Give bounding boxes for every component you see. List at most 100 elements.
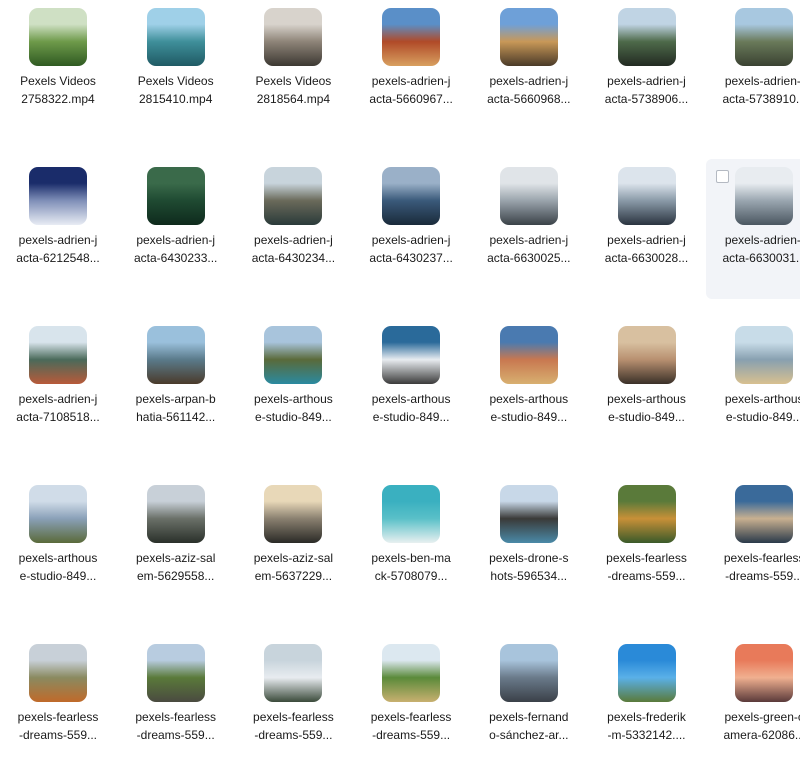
file-name-line-2: o-sánchez-ar... [489,728,569,742]
file-item[interactable]: pexels-adrien-j acta-6430237... [353,159,469,299]
video-thumbnail[interactable] [617,485,676,543]
video-thumbnail[interactable] [735,485,794,543]
file-item[interactable]: pexels-fearless -dreams-559... [235,636,351,776]
file-name: pexels-green-c amera-62086... [700,708,800,744]
video-thumbnail[interactable] [146,8,205,66]
video-thumbnail[interactable] [264,644,323,702]
file-name-line-1: pexels-adrien-j [18,392,98,406]
file-item[interactable]: pexels-fearless -dreams-559... [589,477,705,617]
file-item[interactable]: pexels-green-c amera-62086... [706,636,800,776]
file-item[interactable]: pexels-adrien-j acta-5660968... [471,0,587,140]
file-item[interactable]: pexels-adrien-j acta-6430234... [235,159,351,299]
file-item[interactable]: pexels-arthous e-studio-849... [353,318,469,458]
video-thumbnail[interactable] [29,8,87,66]
video-thumbnail[interactable] [735,167,794,225]
video-thumbnail[interactable] [264,485,323,543]
video-thumbnail[interactable] [382,485,441,543]
video-thumbnail[interactable] [499,8,558,66]
video-thumbnail[interactable] [29,644,87,702]
video-thumbnail[interactable] [499,644,558,702]
video-thumbnail[interactable] [382,8,441,66]
file-item[interactable]: pexels-ben-ma ck-5708079... [353,477,469,617]
file-name-line-2: em-5637229... [254,569,333,583]
file-item[interactable]: pexels-fernand o-sánchez-ar... [471,636,587,776]
video-thumbnail[interactable] [264,167,323,225]
file-item[interactable]: pexels-arthous e-studio-849... [235,318,351,458]
video-thumbnail[interactable] [382,326,441,384]
video-thumbnail[interactable] [499,167,558,225]
file-name: pexels-aziz-sal em-5637229... [229,549,357,585]
video-thumbnail[interactable] [146,644,205,702]
file-item[interactable]: pexels-adrien-j acta-5738910... [706,0,800,140]
file-name-line-1: pexels-fearless [606,551,687,565]
file-name-line-1: pexels-arpan-b [135,392,216,406]
video-thumbnail[interactable] [382,167,441,225]
file-item[interactable]: pexels-drone-s hots-596534... [471,477,587,617]
file-item[interactable]: pexels-arpan-b hatia-561142... [118,318,234,458]
file-name: pexels-arthous e-studio-849... [229,390,357,426]
file-name: pexels-arthous e-studio-849... [347,390,475,426]
select-checkbox[interactable] [716,170,730,183]
video-thumbnail[interactable] [499,485,558,543]
file-item[interactable]: pexels-aziz-sal em-5637229... [235,477,351,617]
file-item[interactable]: pexels-adrien-j acta-5660967... [353,0,469,140]
video-thumbnail[interactable] [146,326,205,384]
file-name: pexels-ben-ma ck-5708079... [347,549,475,585]
file-name-line-2: 2818564.mp4 [256,92,331,106]
video-thumbnail[interactable] [382,644,441,702]
video-thumbnail[interactable] [29,326,87,384]
file-item[interactable]: pexels-adrien-j acta-6430233... [118,159,234,299]
file-name-line-1: pexels-adrien-j [724,233,800,247]
video-thumbnail[interactable] [617,326,676,384]
file-name-line-1: pexels-frederik [607,710,686,724]
file-item[interactable]: pexels-arthous e-studio-849... [0,477,116,617]
file-item[interactable]: pexels-fearless -dreams-559... [0,636,116,776]
file-name: pexels-adrien-j acta-6430233... [112,231,240,267]
file-item[interactable]: pexels-adrien-j acta-6630028... [589,159,705,299]
file-name-line-1: Pexels Videos [255,74,332,88]
file-item[interactable]: pexels-aziz-sal em-5629558... [118,477,234,617]
file-item[interactable]: pexels-fearless -dreams-559... [118,636,234,776]
file-item[interactable]: pexels-fearless -dreams-559... [706,477,800,617]
file-item[interactable]: Pexels Videos 2818564.mp4 [235,0,351,140]
file-item[interactable]: pexels-adrien-j acta-6630025... [471,159,587,299]
video-thumbnail[interactable] [735,644,794,702]
file-name-line-1: pexels-arthous [371,392,451,406]
video-thumbnail[interactable] [617,167,676,225]
file-name-line-1: pexels-aziz-sal [253,551,334,565]
file-item[interactable]: pexels-arthous e-studio-849... [589,318,705,458]
file-name: pexels-fernand o-sánchez-ar... [465,708,593,744]
file-name-line-1: Pexels Videos [20,74,96,88]
file-name-line-2: acta-5738910... [722,92,800,106]
video-thumbnail[interactable] [146,485,205,543]
file-name: pexels-adrien-j acta-6630028... [583,231,711,267]
file-item[interactable]: pexels-arthous e-studio-849... [706,318,800,458]
file-name-line-2: -dreams-559... [607,569,686,583]
file-item[interactable]: pexels-adrien-j acta-7108518... [0,318,116,458]
file-item[interactable]: pexels-frederik -m-5332142.... [589,636,705,776]
video-thumbnail[interactable] [29,485,87,543]
file-name-line-2: e-studio-849... [372,410,450,424]
video-thumbnail[interactable] [617,8,676,66]
file-name-line-2: acta-6630031... [722,251,800,265]
file-name-line-1: pexels-adrien-j [489,74,569,88]
video-thumbnail[interactable] [29,167,87,225]
file-name: pexels-drone-s hots-596534... [465,549,593,585]
video-thumbnail[interactable] [499,326,558,384]
video-thumbnail[interactable] [617,644,676,702]
file-item[interactable]: pexels-adrien-j acta-5738906... [589,0,705,140]
file-item[interactable]: pexels-arthous e-studio-849... [471,318,587,458]
video-thumbnail[interactable] [146,167,205,225]
video-thumbnail[interactable] [735,8,794,66]
file-item[interactable]: pexels-adrien-j acta-6630031... [706,159,800,299]
file-name: pexels-arpan-b hatia-561142... [112,390,240,426]
file-item[interactable]: Pexels Videos 2815410.mp4 [118,0,234,140]
video-thumbnail[interactable] [735,326,794,384]
video-thumbnail[interactable] [264,8,323,66]
file-name-line-2: acta-5660968... [487,92,571,106]
file-item[interactable]: pexels-adrien-j acta-6212548... [0,159,116,299]
file-name-line-1: pexels-adrien-j [371,233,451,247]
file-item[interactable]: Pexels Videos 2758322.mp4 [0,0,116,140]
video-thumbnail[interactable] [264,326,323,384]
file-item[interactable]: pexels-fearless -dreams-559... [353,636,469,776]
